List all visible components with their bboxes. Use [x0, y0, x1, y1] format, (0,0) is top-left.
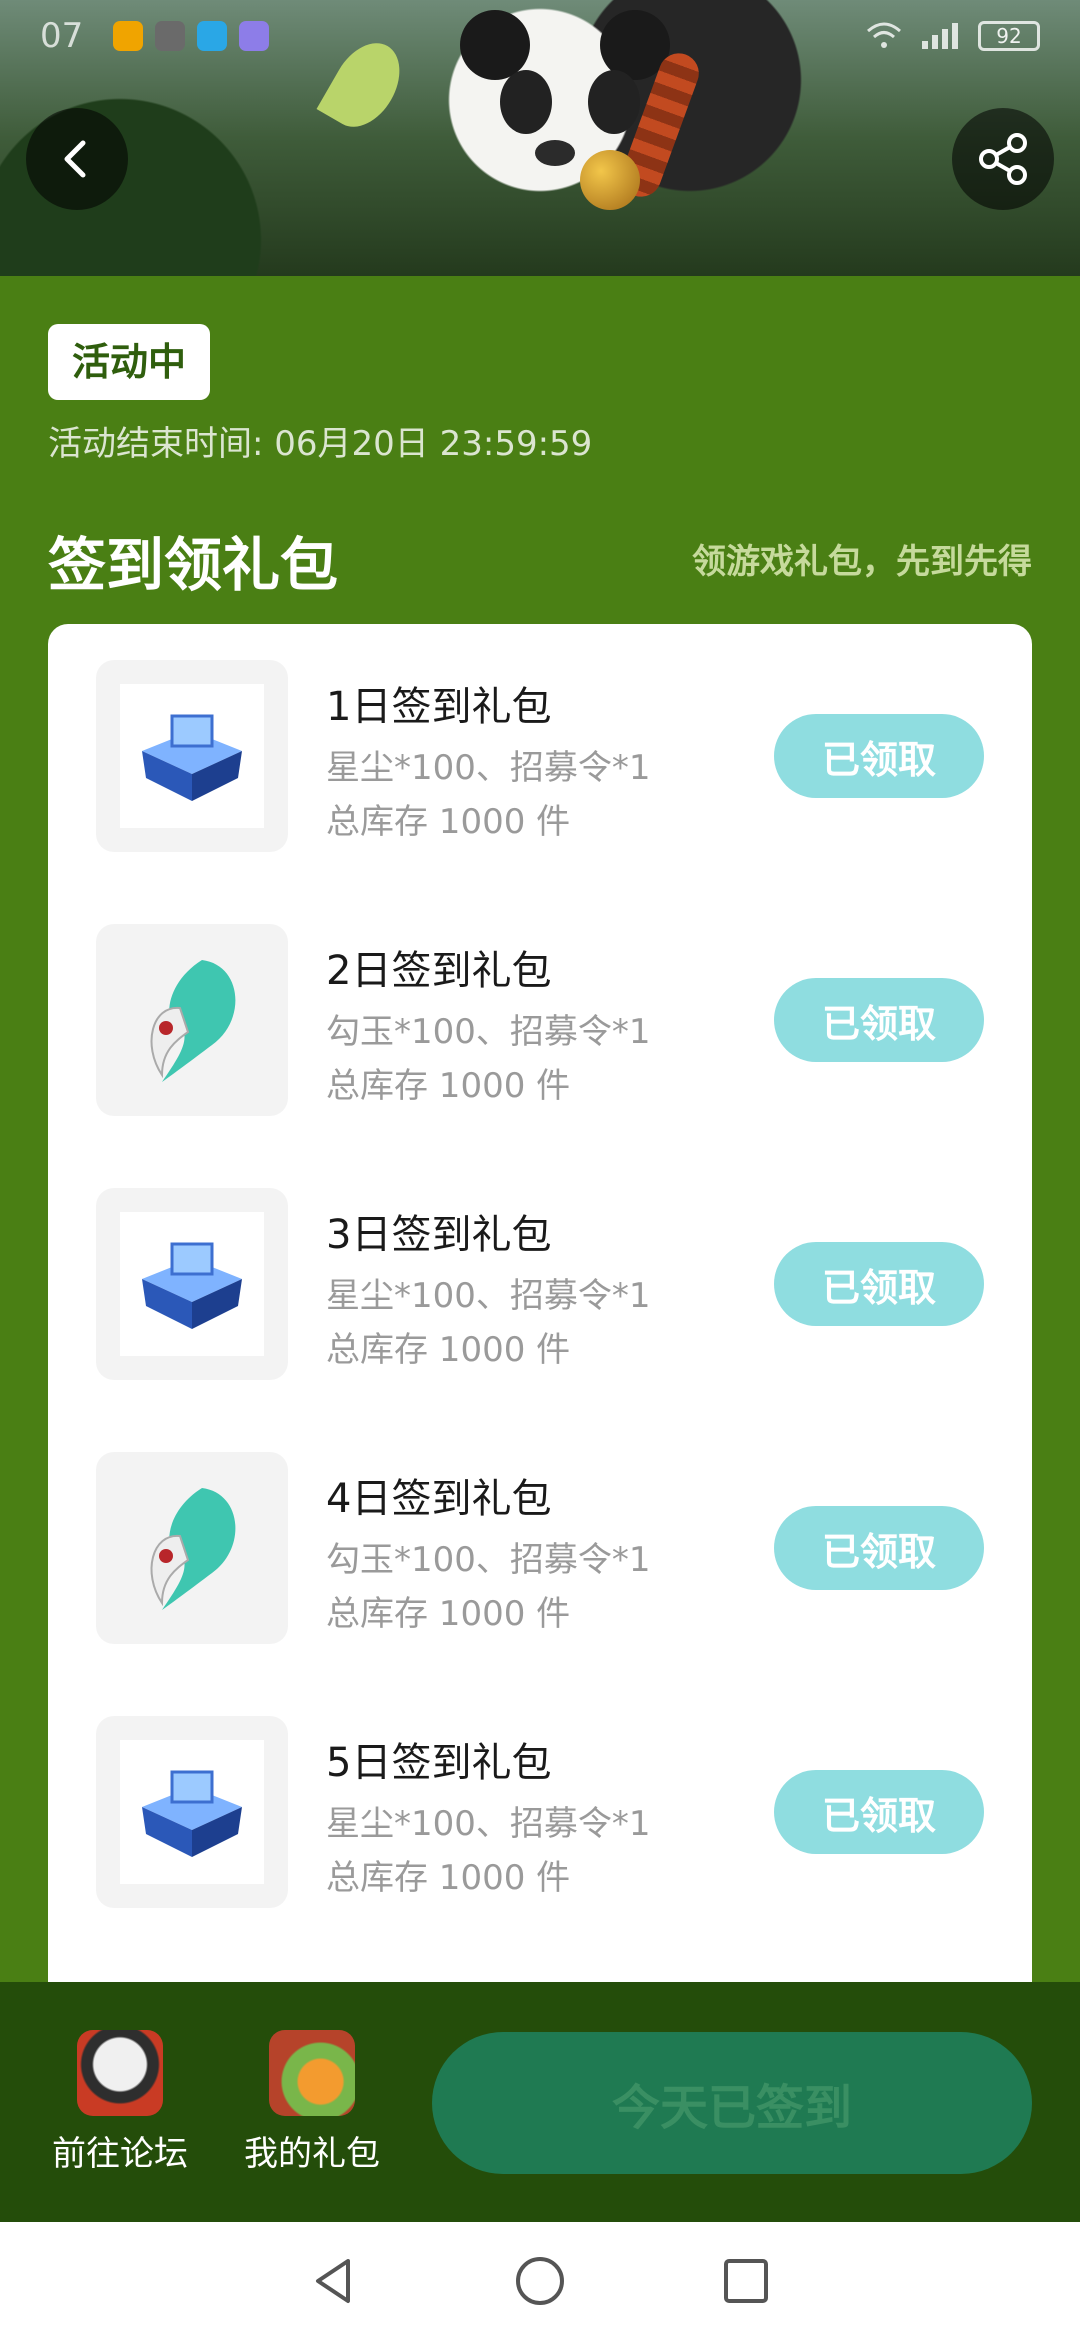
panda-nose: [535, 140, 575, 166]
my-gifts-link[interactable]: 我的礼包: [232, 2030, 392, 2175]
gift-stock: 总库存 1000 件: [326, 1066, 571, 1106]
gift-stock: 总库存 1000 件: [326, 802, 571, 842]
notification-icons: [113, 21, 270, 51]
battery-indicator: 92: [978, 21, 1040, 51]
gift-name: 5日签到礼包: [326, 1740, 552, 1786]
section-title: 签到领礼包: [48, 531, 339, 599]
claimed-button[interactable]: 已领取: [774, 1506, 984, 1590]
gift-name: 2日签到礼包: [326, 948, 552, 994]
jade-magatama-icon: [150, 1488, 236, 1610]
share-icon: [979, 133, 1027, 185]
gift-contents: 勾玉*100、招募令*1: [326, 1012, 651, 1052]
status-time: 07: [40, 16, 84, 56]
gift-icon-frame: [96, 1716, 288, 1908]
forum-label: 前往论坛: [52, 2134, 188, 2174]
blue-chest-icon: [142, 1770, 242, 1857]
gift-contents: 勾玉*100、招募令*1: [326, 1540, 651, 1580]
panda-eye: [588, 70, 640, 134]
claimed-button[interactable]: 已领取: [774, 1242, 984, 1326]
app-notification-icon: [113, 21, 144, 51]
signal-icon: [922, 23, 958, 49]
bottom-action-bar: 前往论坛 我的礼包 今天已签到: [0, 1982, 1080, 2222]
activity-content: 活动中 活动结束时间: 06月20日 23:59:59 签到领礼包 领游戏礼包，…: [0, 276, 1080, 1986]
panda-eye: [500, 70, 552, 134]
music-app-icon: [239, 21, 270, 51]
section-subtitle: 领游戏礼包，先到先得: [692, 542, 1032, 582]
wifi-icon: [867, 22, 901, 48]
status-bar: 07 92: [0, 0, 1080, 72]
gift-item: 4日签到礼包 勾玉*100、招募令*1 总库存 1000 件 已领取: [48, 1452, 1032, 1652]
chevron-left-icon: [64, 140, 86, 178]
gift-stock: 总库存 1000 件: [326, 1858, 571, 1898]
gift-box-icon: [269, 2030, 355, 2116]
nav-back-icon[interactable]: [306, 2253, 362, 2309]
blue-chest-icon: [142, 714, 242, 801]
nav-home-icon[interactable]: [512, 2253, 568, 2309]
search-app-icon: [197, 21, 228, 51]
gift-contents: 星尘*100、招募令*1: [326, 1804, 651, 1844]
jade-magatama-icon: [150, 960, 236, 1082]
claimed-button[interactable]: 已领取: [774, 1770, 984, 1854]
gift-item: 3日签到礼包 星尘*100、招募令*1 总库存 1000 件 已领取: [48, 1188, 1032, 1388]
my-gifts-label: 我的礼包: [244, 2134, 380, 2174]
gift-name: 1日签到礼包: [326, 684, 552, 730]
nav-recents-icon[interactable]: [718, 2253, 774, 2309]
gift-item: 5日签到礼包 星尘*100、招募令*1 总库存 1000 件 已领取: [48, 1716, 1032, 1916]
claimed-button[interactable]: 已领取: [774, 714, 984, 798]
gift-stock: 总库存 1000 件: [326, 1594, 571, 1634]
back-button[interactable]: [26, 108, 128, 210]
status-badge: 活动中: [48, 324, 211, 400]
gift-stock: 总库存 1000 件: [326, 1330, 571, 1370]
share-button[interactable]: [952, 108, 1054, 210]
system-navigation-bar: [0, 2222, 1080, 2340]
gift-icon-frame: [96, 1452, 288, 1644]
gift-contents: 星尘*100、招募令*1: [326, 1276, 651, 1316]
signed-today-button[interactable]: 今天已签到: [432, 2032, 1032, 2174]
gift-icon-frame: [96, 924, 288, 1116]
activity-end-time: 活动结束时间: 06月20日 23:59:59: [48, 424, 593, 464]
gift-list-card: 1日签到礼包 星尘*100、招募令*1 总库存 1000 件 已领取 2日签到礼…: [48, 624, 1032, 1986]
gift-name: 3日签到礼包: [326, 1212, 552, 1258]
forum-link[interactable]: 前往论坛: [40, 2030, 200, 2175]
gift-contents: 星尘*100、招募令*1: [326, 748, 651, 788]
gift-icon-frame: [96, 1188, 288, 1380]
bell-decoration: [580, 150, 640, 210]
gift-name: 4日签到礼包: [326, 1476, 552, 1522]
gift-item: 1日签到礼包 星尘*100、招募令*1 总库存 1000 件 已领取: [48, 660, 1032, 860]
status-right: 92: [866, 21, 1040, 51]
gift-icon-frame: [96, 660, 288, 852]
blue-chest-icon: [142, 1242, 242, 1329]
app-notification-icon: [155, 21, 186, 51]
claimed-button[interactable]: 已领取: [774, 978, 984, 1062]
forum-icon: [77, 2030, 163, 2116]
gift-item: 2日签到礼包 勾玉*100、招募令*1 总库存 1000 件 已领取: [48, 924, 1032, 1124]
